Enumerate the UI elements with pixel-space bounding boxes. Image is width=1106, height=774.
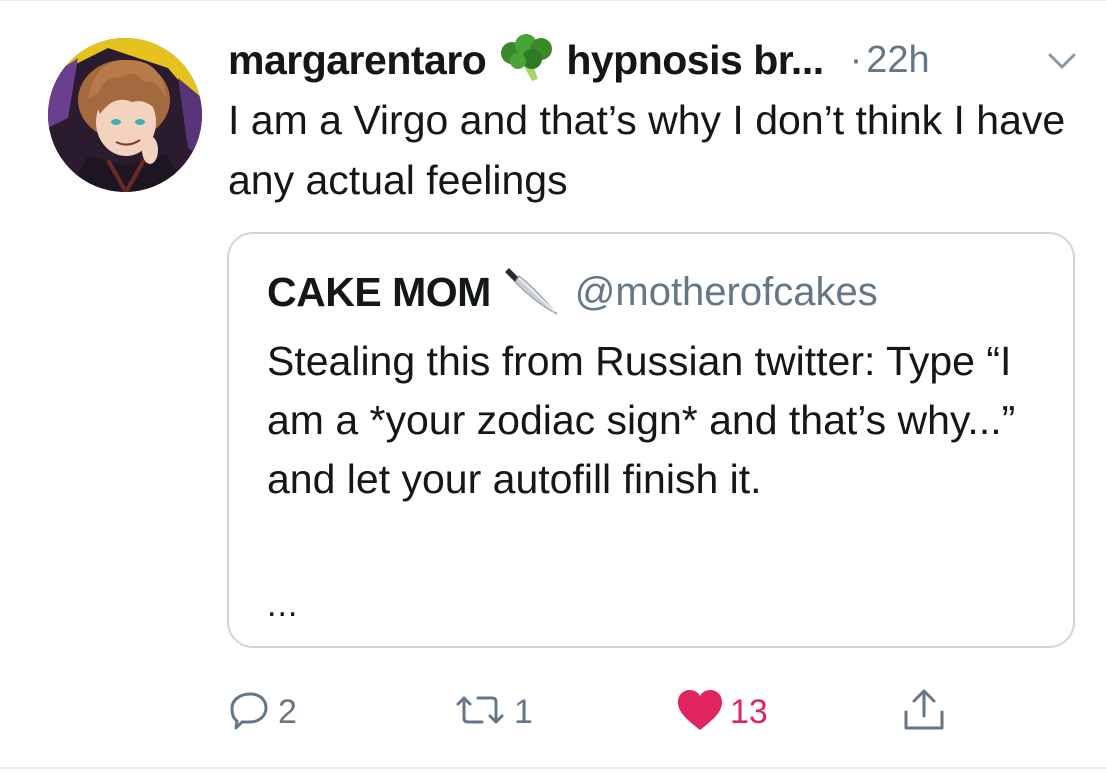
divider — [0, 0, 1106, 1]
avatar[interactable] — [48, 38, 202, 192]
like-count: 13 — [730, 692, 768, 731]
quoted-display-name: CAKE MOM — [267, 269, 491, 315]
knife-icon — [503, 262, 561, 323]
retweet-count: 1 — [514, 692, 533, 731]
tweet-actions: 2 1 13 — [0, 684, 1106, 744]
retweet-icon — [452, 688, 508, 737]
quoted-tweet-header: CAKE MOM @motherofcakes — [267, 262, 878, 323]
broccoli-icon — [498, 33, 556, 88]
reply-button[interactable]: 2 — [228, 684, 297, 740]
like-button[interactable]: 13 — [676, 684, 768, 740]
divider — [0, 767, 1106, 769]
tweet-header: margarentaro hypnosis br... · 22h — [228, 30, 930, 90]
reply-icon — [228, 688, 272, 737]
meta-separator: · — [849, 38, 863, 81]
heart-icon — [676, 688, 724, 737]
quoted-tweet-card[interactable]: CAKE MOM @motherofcakes Stealing this fr… — [227, 232, 1075, 648]
name-suffix: hypnosis br... — [566, 36, 824, 83]
more-ellipsis: ... — [267, 586, 299, 624]
timestamp[interactable]: 22h — [866, 39, 929, 82]
tweet[interactable]: margarentaro hypnosis br... · 22h I am a… — [0, 0, 1106, 774]
tweet-text: I am a Virgo and that’s why I don’t thin… — [228, 97, 1066, 203]
quoted-tweet-text: Stealing this from Russian twitter: Type… — [267, 338, 1016, 502]
chevron-down-icon[interactable] — [1046, 50, 1078, 77]
reply-count: 2 — [278, 692, 297, 731]
share-button[interactable] — [900, 684, 948, 740]
share-icon — [900, 686, 948, 739]
quoted-handle: @motherofcakes — [574, 270, 878, 314]
display-name[interactable]: margarentaro — [228, 37, 487, 84]
retweet-button[interactable]: 1 — [452, 684, 533, 740]
